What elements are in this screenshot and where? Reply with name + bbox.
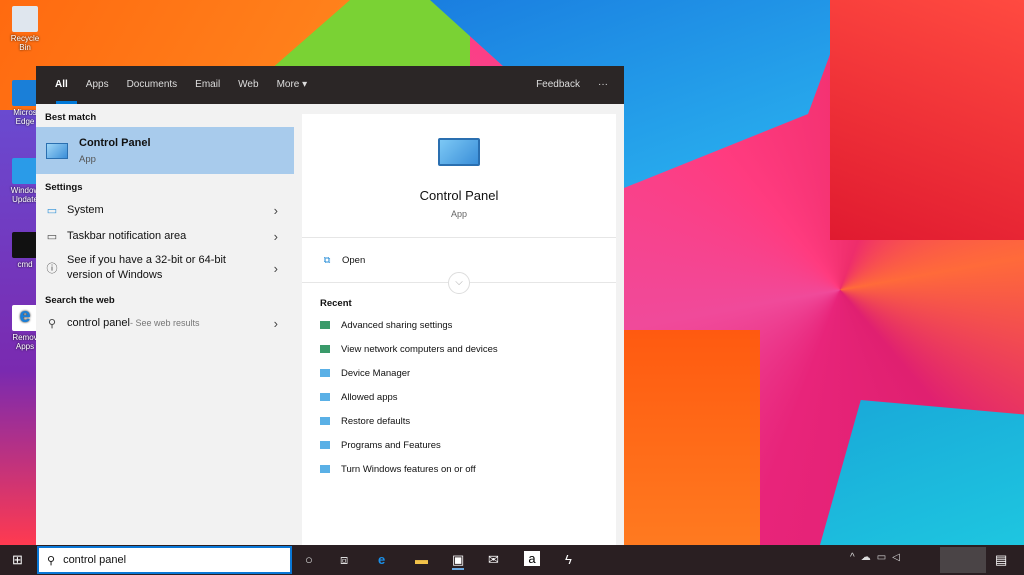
windows-start-icon[interactable]: ⊞ [12, 552, 23, 568]
search-icon: ⚲ [47, 317, 57, 330]
preview-title: Control Panel [419, 188, 499, 203]
chevron-right-icon: › [273, 228, 278, 244]
notifications-icon[interactable]: ▤ [995, 552, 1007, 568]
web-hint: - See web results [130, 318, 200, 328]
search-icon: ⚲ [47, 554, 56, 567]
edge-icon[interactable]: e [378, 552, 385, 567]
settings-item-taskbar[interactable]: ▭ Taskbar notification area › [36, 223, 294, 249]
best-match-name: Control Panel [79, 136, 151, 149]
info-icon: ⓘ [46, 263, 58, 275]
icon-label: Micros Edge [13, 108, 37, 126]
system-tray-icons[interactable]: ^☁▭◁ [850, 552, 906, 563]
control-panel-icon [46, 142, 68, 159]
settings-item-bitness[interactable]: ⓘ See if you have a 32-bit or 64-bit vers… [36, 249, 294, 287]
feedback-button[interactable]: Feedback [527, 66, 589, 104]
tab-documents[interactable]: Documents [118, 66, 187, 104]
taskbar-search-input[interactable]: ⚲ control panel [37, 546, 292, 574]
more-options-button[interactable]: ··· [589, 66, 624, 104]
recent-item-label: Programs and Features [341, 439, 441, 451]
search-menu: All Apps Documents Email Web More ▾ Feed… [36, 66, 624, 545]
item-label: Taskbar notification area [67, 230, 187, 242]
taskbar: ⊞ ⚲ control panel ○ ⧈ e ▬ ▣ ✉ a ϟ ^☁▭◁ ▤ [0, 545, 1024, 575]
recent-heading: Recent [320, 298, 352, 309]
item-label: See if you have a 32-bit or 64-bit versi… [67, 254, 226, 281]
recent-item-label: Advanced sharing settings [341, 319, 453, 331]
item-label: System [67, 204, 104, 216]
results-list: Best match Control Panel App Settings ▭ Sy… [36, 104, 294, 545]
best-match-heading: Best match [45, 112, 97, 123]
preview-subtitle: App [450, 209, 467, 219]
recent-item-label: Device Manager [341, 367, 411, 379]
network-icon [320, 321, 330, 329]
desktop-icon-recycle-bin[interactable]: Recycle Bin [4, 6, 46, 52]
control-panel-icon [320, 441, 330, 449]
cortana-icon[interactable]: ○ [305, 552, 313, 567]
settings-heading: Settings [45, 182, 83, 193]
taskbar-icon: ▭ [46, 230, 58, 243]
recent-item-label: Turn Windows features on or off [341, 463, 476, 475]
web-query: control panel [67, 317, 130, 329]
control-panel-icon [320, 369, 330, 377]
recent-item[interactable]: Turn Windows features on or off [302, 457, 616, 481]
recent-item-label: Restore defaults [341, 415, 411, 427]
windows-update-icon [12, 158, 38, 184]
expand-chevron-down-icon[interactable]: ⌵ [448, 272, 470, 294]
recent-item-label: View network computers and devices [341, 343, 498, 355]
search-tabs: All Apps Documents Email Web More ▾ Feed… [36, 66, 624, 104]
icon-label: Recycle Bin [10, 34, 40, 52]
cmd-icon [12, 232, 38, 258]
best-match-control-panel[interactable]: Control Panel App [36, 127, 294, 174]
chevron-right-icon: › [273, 202, 278, 218]
chevron-right-icon: › [273, 315, 278, 331]
network-icon [320, 345, 330, 353]
recent-item[interactable]: View network computers and devices [302, 337, 616, 361]
icon-label: cmd [17, 260, 33, 269]
recent-list: Advanced sharing settings View network co… [302, 313, 616, 481]
icon-label: Window Update [10, 186, 40, 204]
open-icon: ⧉ [323, 254, 331, 266]
best-match-type: App [79, 153, 96, 165]
preview-pane: Control Panel App ⧉ Open ⌵ Recent Advance… [302, 114, 616, 545]
control-panel-icon [438, 138, 480, 166]
control-panel-icon [320, 393, 330, 401]
amazon-icon[interactable]: a [524, 551, 540, 566]
store-icon[interactable]: ▣ [452, 552, 465, 570]
recycle-bin-icon [12, 6, 38, 32]
settings-item-system[interactable]: ▭ System › [36, 197, 294, 223]
recent-item-label: Allowed apps [341, 391, 398, 403]
tab-more-label: More [276, 79, 300, 90]
web-heading: Search the web [45, 295, 115, 306]
tab-web[interactable]: Web [229, 66, 267, 104]
tab-more[interactable]: More ▾ [268, 66, 317, 104]
recent-item[interactable]: Restore defaults [302, 409, 616, 433]
control-panel-icon [320, 417, 330, 425]
recent-item[interactable]: Advanced sharing settings [302, 313, 616, 337]
recent-item[interactable]: Programs and Features [302, 433, 616, 457]
search-value: control panel [63, 554, 127, 566]
caret-down-icon: ▾ [302, 79, 308, 90]
file-explorer-icon[interactable]: ▬ [415, 552, 428, 567]
tab-apps[interactable]: Apps [77, 66, 118, 104]
monitor-icon: ▭ [46, 204, 58, 217]
open-label: Open [342, 254, 366, 266]
edge-icon [12, 80, 38, 106]
clock[interactable] [940, 547, 986, 573]
task-view-icon[interactable]: ⧈ [340, 552, 348, 568]
web-result[interactable]: ⚲ control panel - See web results › [36, 310, 294, 336]
recent-item[interactable]: Allowed apps [302, 385, 616, 409]
control-panel-icon [320, 465, 330, 473]
app-icon[interactable]: ϟ [565, 552, 572, 567]
recent-item[interactable]: Device Manager [302, 361, 616, 385]
icon-label: Remov Apps [12, 333, 38, 351]
chevron-right-icon: › [273, 260, 278, 276]
mail-icon[interactable]: ✉ [488, 552, 499, 568]
tab-all[interactable]: All [46, 66, 77, 104]
tab-email[interactable]: Email [186, 66, 229, 104]
